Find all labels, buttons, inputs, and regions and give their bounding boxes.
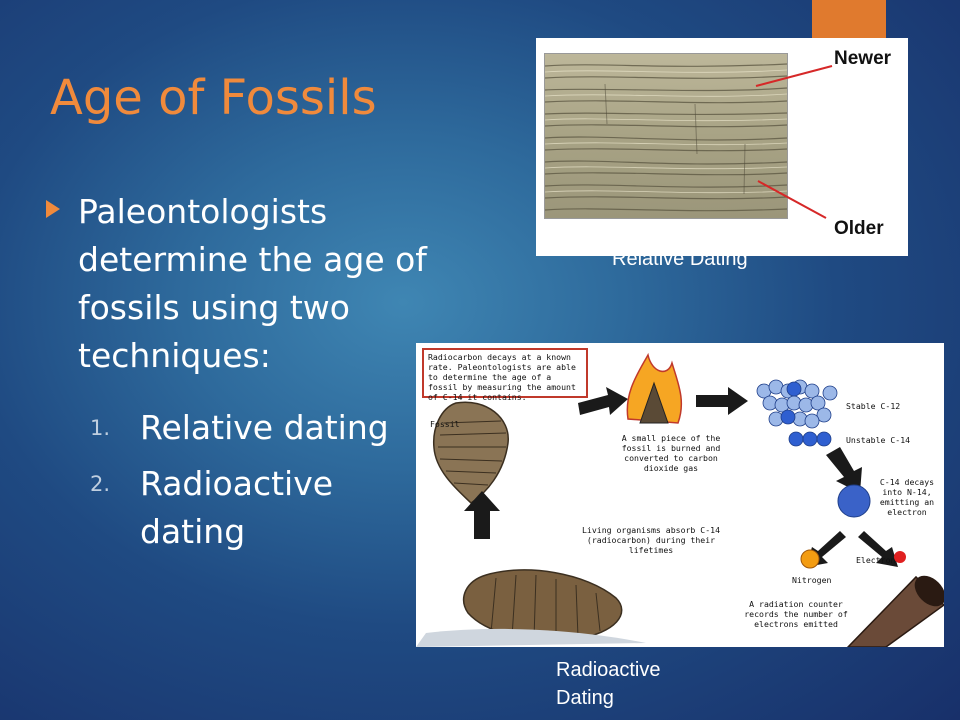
fossil-shell-icon — [433, 401, 509, 504]
decay-text: C-14 decays into N-14, emitting an elect… — [879, 477, 935, 517]
technique-item: 2. Radioactive dating — [90, 460, 410, 556]
accent-tab — [812, 0, 886, 40]
burning-fossil-icon — [626, 352, 683, 424]
electron-icon — [894, 551, 906, 563]
newer-label: Newer — [834, 48, 892, 69]
nitrogen-atom-icon — [837, 484, 871, 518]
slide-title: Age of Fossils — [50, 70, 377, 126]
radioactive-dating-figure: Radiocarbon decays at a known rate. Pale… — [416, 343, 944, 647]
radiocarbon-diagram — [416, 352, 944, 647]
unstable-c14-label: Unstable C-14 — [846, 435, 911, 445]
nitrogen-small-icon — [800, 549, 820, 569]
bullet-arrow-icon — [46, 200, 60, 218]
nitrogen-label: Nitrogen — [792, 575, 832, 585]
radioactive-dating-caption: Radioactive Dating — [556, 659, 661, 709]
relative-dating-caption: Relative Dating — [612, 248, 748, 270]
relative-dating-figure: Newer Older — [536, 38, 908, 256]
slide: Age of Fossils Paleontologists determine… — [0, 0, 960, 720]
counter-text: A radiation counter records the number o… — [744, 599, 848, 629]
electron-label: Electron — [856, 555, 896, 565]
stable-c12-label: Stable C-12 — [846, 401, 901, 411]
burn-text: A small piece of the fossil is burned an… — [621, 433, 721, 473]
carbon-molecules — [756, 379, 838, 447]
radiation-counter-icon — [846, 575, 944, 647]
technique-list: 1. Relative dating 2. Radioactive dating — [90, 404, 410, 564]
technique-label: Radioactive dating — [140, 464, 334, 551]
fossil-label: Fossil — [430, 419, 460, 429]
technique-item: 1. Relative dating — [90, 404, 410, 452]
living-shell-icon — [416, 569, 646, 647]
older-label: Older — [834, 218, 884, 239]
technique-number: 1. — [90, 416, 111, 440]
living-text: Living organisms absorb C-14 (radiocarbo… — [581, 525, 721, 555]
technique-number: 2. — [90, 472, 111, 496]
technique-label: Relative dating — [140, 408, 389, 447]
